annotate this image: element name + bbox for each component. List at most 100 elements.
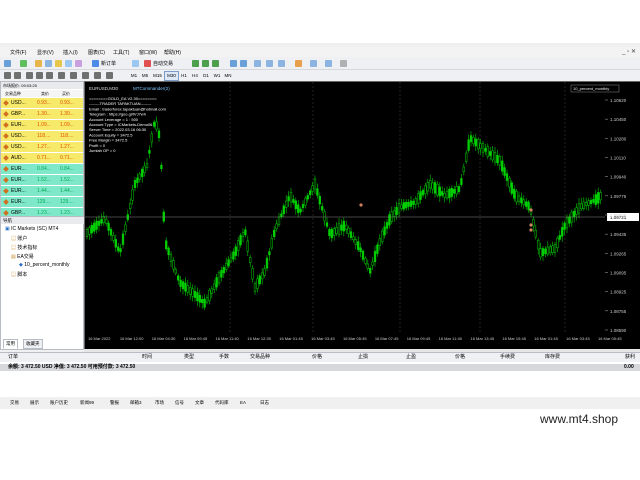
nav-accounts[interactable]: ▤ 账户 [11,235,27,242]
zoom-out-icon[interactable] [240,60,247,67]
terminal-tab[interactable]: 邮箱3 [130,399,142,406]
col-lots[interactable]: 手数 [219,353,229,362]
tile-icon[interactable] [254,60,261,67]
chart-canvas[interactable]: 1.097211.106201.104501.102801.101101.099… [85,82,640,350]
market-watch-row[interactable]: GBP... 1.30... 1.30... [1,109,83,119]
symbol-diamond-icon [3,133,9,139]
market-watch-row[interactable]: USD... 1.27... 1.27... [1,142,83,152]
menu-insert[interactable]: 插入(I) [63,49,78,56]
tester-icon[interactable] [75,60,82,67]
profiles-icon[interactable] [20,60,27,67]
candle-body [88,227,91,235]
text-icon[interactable] [82,72,89,79]
tf-m15[interactable]: M15 [150,71,165,81]
new-order-button[interactable]: 新订单 [101,60,116,67]
nav-broker[interactable]: ▣ IC Markets (SC) MT4 [5,226,58,232]
terminal-tab[interactable]: 日志 [260,399,269,406]
candle-body [121,233,125,245]
terminal-tab[interactable]: 交易 [10,399,19,406]
row-ask: 129.... [60,199,74,205]
menu-help[interactable]: 帮助(H) [164,49,181,56]
menu-file[interactable]: 文件(F) [10,49,26,56]
new-chart-icon[interactable] [4,60,11,67]
col-order[interactable]: 订单 [8,353,18,362]
terminal-tab[interactable]: 信号 [175,399,184,406]
terminal-tab[interactable]: EA [240,399,246,406]
menu-tools[interactable]: 工具(T) [113,49,129,56]
new-order-icon[interactable] [92,60,99,67]
col-time[interactable]: 时间 [142,353,152,362]
trendline-icon[interactable] [46,72,53,79]
vertical-line-icon[interactable] [26,72,33,79]
col-symbol[interactable]: 交易品种 [250,353,270,362]
market-watch-row[interactable]: USD... 118.... 118.... [1,131,83,141]
tf-m30[interactable]: M30 [164,71,179,81]
bar-chart-icon[interactable] [192,60,199,67]
market-watch-row[interactable]: EUR... 129.... 129.... [1,197,83,207]
autoscroll-icon[interactable] [266,60,273,67]
tf-mn[interactable]: MN [222,71,234,81]
terminal-tab[interactable]: 市场 [155,399,164,406]
menu-window[interactable]: 窗口(W) [139,49,157,56]
market-watch-row[interactable]: EUR... 0.84... 0.84... [1,164,83,174]
chart-symbol-title: EURUSD,M30 [89,86,119,91]
terminal-tab[interactable]: 展示 [30,399,39,406]
market-watch-row[interactable]: EUR... 1.52... 1.52... [1,175,83,185]
candle-body [503,167,506,176]
more-icon[interactable] [340,60,347,67]
menu-view[interactable]: 显示(V) [37,49,54,56]
fibonacci-icon[interactable] [70,72,77,79]
col-swap[interactable]: 库存费 [545,353,560,362]
terminal-tab[interactable]: 新闻99 [80,399,94,406]
metaeditor-icon[interactable] [132,60,139,67]
col-profit[interactable]: 获利 [625,353,635,362]
horizontal-line-icon[interactable] [36,72,43,79]
col-commission[interactable]: 手续费 [500,353,515,362]
col-ask[interactable]: 买价 [62,90,70,97]
market-watch-title: 市场报价: 09:03:25 [1,82,83,89]
market-watch-row[interactable]: USD... 0.93... 0.93... [1,98,83,108]
terminal-tab[interactable]: 文章 [195,399,204,406]
more-tools-icon[interactable] [106,72,113,79]
terminal-tab[interactable]: 警报 [110,399,119,406]
chart-shift-icon[interactable] [278,60,285,67]
arrow-label-icon[interactable] [94,72,101,79]
navigator-icon[interactable] [55,60,62,67]
templates-icon[interactable] [325,60,332,67]
market-watch-row[interactable]: AUD... 0.71... 0.71... [1,153,83,163]
data-window-icon[interactable] [45,60,52,67]
terminal-tab[interactable]: 代码库 [215,399,229,406]
menu-chart[interactable]: 图表(C) [88,49,105,56]
market-watch-icon[interactable] [35,60,42,67]
col-symbol[interactable]: 交易品种 [5,90,21,97]
autotrade-icon[interactable] [144,60,151,67]
zoom-in-icon[interactable] [230,60,237,67]
tab-favorites[interactable]: 收藏夹 [23,339,43,349]
col-price2[interactable]: 价格 [455,353,465,362]
terminal-tab[interactable]: 账户历史 [50,399,68,406]
channel-icon[interactable] [58,72,65,79]
periods-icon[interactable] [310,60,317,67]
col-sl[interactable]: 止损 [358,353,368,362]
candlestick-icon[interactable] [202,60,209,67]
nav-scripts[interactable]: ▤ 脚本 [11,271,27,278]
autotrade-button[interactable]: 自动交易 [153,60,173,67]
market-watch-row[interactable]: EUR... 1.09... 1.09... [1,120,83,130]
line-chart-icon[interactable] [212,60,219,67]
price-chart[interactable]: 1.09721 1.10620 1.10450 1.10280 1.10110 1.099… [84,81,640,351]
nav-ea-item[interactable]: ◆ 10_percent_monthly [19,262,70,268]
crosshair-icon[interactable] [14,72,21,79]
market-watch-row[interactable]: EUR... 1.44... 1.44... [1,186,83,196]
nav-expert-advisors[interactable]: ▤ EA交易 [11,253,34,260]
cursor-icon[interactable] [4,72,11,79]
col-tp[interactable]: 止盈 [406,353,416,362]
col-type[interactable]: 类型 [184,353,194,362]
symbol-diamond-icon [3,100,9,106]
col-bid[interactable]: 卖价 [41,90,49,97]
indicators-icon[interactable] [295,60,302,67]
terminal-icon[interactable] [65,60,72,67]
nav-indicators[interactable]: ▤ 技术指标 [11,244,37,251]
tab-common[interactable]: 常用 [3,339,18,349]
col-price[interactable]: 价格 [312,353,322,362]
window-controls[interactable]: _ ▫ ✕ [622,48,636,55]
